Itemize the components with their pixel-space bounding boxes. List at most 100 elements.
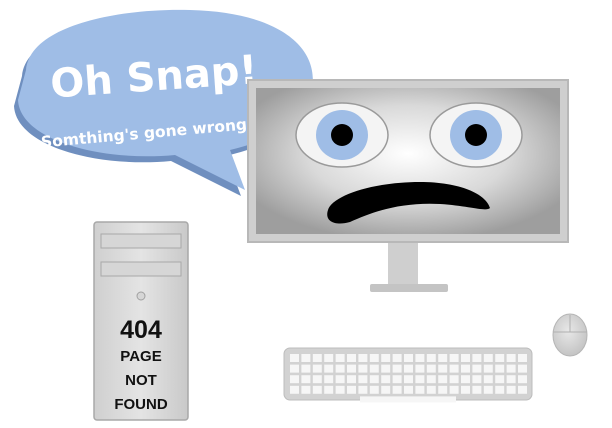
keyboard-key (438, 364, 448, 373)
keyboard-key (301, 364, 311, 373)
keyboard-key (415, 375, 425, 384)
mouse-icon (552, 313, 588, 357)
keyboard-key (381, 364, 391, 373)
keyboard-key (506, 354, 516, 362)
keyboard-key (324, 385, 334, 394)
keyboard-key (426, 385, 436, 394)
keyboard-key (290, 375, 299, 384)
power-button-icon (136, 291, 146, 301)
space-bar (360, 396, 456, 403)
keyboard-key (483, 375, 493, 384)
keyboard-key (415, 364, 425, 373)
keyboard-key (438, 385, 448, 394)
keyboard-key (347, 354, 356, 362)
keyboard-key (358, 385, 368, 394)
keyboard-key (312, 354, 322, 362)
keyboard-key (495, 364, 505, 373)
keyboard-key (518, 375, 527, 384)
keyboard-key (438, 375, 448, 384)
keyboard-key (324, 375, 334, 384)
keyboard-key (461, 364, 470, 373)
keyboard-key (347, 385, 356, 394)
keyboard-key (449, 375, 459, 384)
keyboard-key (461, 385, 470, 394)
keyboard-key (438, 354, 448, 362)
keyboard-key (324, 354, 334, 362)
keyboard-key (312, 375, 322, 384)
left-eye-icon (295, 102, 389, 168)
keyboard-key (426, 354, 436, 362)
keyboard-key (381, 385, 391, 394)
drive-bay-1 (100, 233, 182, 249)
keyboard-key (495, 385, 505, 394)
computer-tower-icon: 404 PAGE NOT FOUND (93, 221, 189, 421)
keyboard-key (449, 385, 459, 394)
keyboard-key (472, 375, 482, 384)
keyboard-key (392, 354, 402, 362)
keyboard-key (404, 364, 413, 373)
keyboard-key (392, 375, 402, 384)
keyboard-key (392, 385, 402, 394)
keyboard-key (461, 354, 470, 362)
keyboard-key (518, 364, 527, 373)
right-eye-icon (429, 102, 523, 168)
keyboard-key (506, 385, 516, 394)
keyboard-key (506, 375, 516, 384)
keyboard-key (415, 354, 425, 362)
keyboard-key (290, 385, 299, 394)
keyboard-key (472, 354, 482, 362)
keyboard-key (483, 354, 493, 362)
keyboard-key (483, 385, 493, 394)
keyboard-key (495, 354, 505, 362)
keyboard-key (495, 375, 505, 384)
keyboard-key (290, 364, 299, 373)
keyboard-key (324, 364, 334, 373)
keyboard-key (358, 354, 368, 362)
tower-line-not: NOT (125, 372, 157, 389)
keyboard-key (347, 364, 356, 373)
keyboard-key (518, 354, 527, 362)
monitor-screen (256, 88, 560, 234)
keyboard-key (381, 375, 391, 384)
keyboard-key (301, 385, 311, 394)
keyboard-key (415, 385, 425, 394)
keyboard-key (381, 354, 391, 362)
keyboard-key (392, 364, 402, 373)
keyboard-key (358, 375, 368, 384)
keyboard-key (369, 364, 379, 373)
keyboard-icon (283, 347, 533, 403)
keyboard-key (301, 354, 311, 362)
keyboard-key (404, 375, 413, 384)
monitor-base (370, 284, 448, 292)
keyboard-key (449, 364, 459, 373)
tower-line-found: FOUND (114, 396, 167, 413)
keyboard-key (404, 354, 413, 362)
keyboard-key (483, 364, 493, 373)
keyboard-key (301, 375, 311, 384)
keyboard-key (347, 375, 356, 384)
keyboard-key (472, 385, 482, 394)
drive-bay-2 (100, 261, 182, 277)
keyboard-key (335, 375, 345, 384)
keyboard-key (472, 364, 482, 373)
keyboard-key (312, 364, 322, 373)
keyboard-key (426, 375, 436, 384)
keyboard-key (312, 385, 322, 394)
keyboard-key (358, 364, 368, 373)
keyboard-key (290, 354, 299, 362)
keyboard-key (335, 385, 345, 394)
error-code: 404 (120, 316, 162, 344)
keyboard-key (461, 375, 470, 384)
keyboard-key (369, 375, 379, 384)
keyboard-key (335, 354, 345, 362)
error-illustration: Oh Snap! Somthing's gone wrong! 404 PAGE… (14, 9, 588, 421)
tower-line-page: PAGE (120, 348, 161, 365)
keyboard-key (335, 364, 345, 373)
keyboard-key (518, 385, 527, 394)
keyboard-key (426, 364, 436, 373)
keyboard-key (506, 364, 516, 373)
keyboard-key (369, 354, 379, 362)
monitor-stand (388, 240, 418, 286)
desktop-computer-icon (247, 79, 569, 292)
keyboard-key (369, 385, 379, 394)
